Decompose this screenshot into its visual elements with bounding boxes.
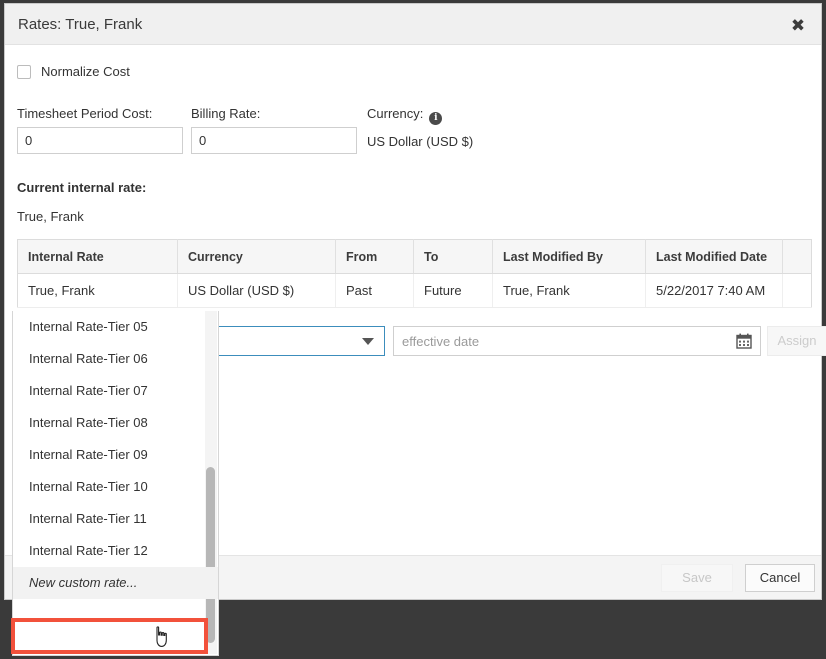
dropdown-item-tier-11[interactable]: Internal Rate-Tier 11 xyxy=(13,503,218,535)
timesheet-period-cost-label: Timesheet Period Cost: xyxy=(17,106,153,121)
dialog-title: Rates: True, Frank xyxy=(18,16,143,33)
dropdown-item-tier-07[interactable]: Internal Rate-Tier 07 xyxy=(13,375,218,407)
current-internal-rate-value: True, Frank xyxy=(17,209,84,224)
cell-internal-rate: True, Frank xyxy=(17,273,178,308)
currency-label: Currency: i xyxy=(367,106,473,125)
currency-group: Currency: i US Dollar (USD $) xyxy=(367,106,473,149)
dropdown-item-tier-08[interactable]: Internal Rate-Tier 08 xyxy=(13,407,218,439)
dropdown-item-new-custom-rate[interactable]: New custom rate... xyxy=(13,567,218,599)
cell-last-modified-by: True, Frank xyxy=(492,273,646,308)
dropdown-item-tier-09[interactable]: Internal Rate-Tier 09 xyxy=(13,439,218,471)
timesheet-period-cost-group: Timesheet Period Cost: xyxy=(17,106,183,154)
cell-actions xyxy=(782,273,812,308)
page-left-edge xyxy=(0,0,3,659)
normalize-cost-checkbox[interactable] xyxy=(17,64,31,79)
chevron-down-icon[interactable] xyxy=(362,338,374,345)
table-header-row: Internal Rate Currency From To Last Modi… xyxy=(17,239,812,274)
col-internal-rate[interactable]: Internal Rate xyxy=(17,239,178,274)
col-from[interactable]: From xyxy=(335,239,414,274)
assign-button: Assign xyxy=(767,326,826,356)
dropdown-item-tier-12[interactable]: Internal Rate-Tier 12 xyxy=(13,535,218,567)
info-icon[interactable]: i xyxy=(429,112,443,125)
col-currency[interactable]: Currency xyxy=(177,239,336,274)
currency-label-text: Currency: xyxy=(367,106,424,121)
dialog-header: Rates: True, Frank ✖ xyxy=(5,4,821,45)
currency-value: US Dollar (USD $) xyxy=(367,134,474,149)
mouse-cursor-pointer xyxy=(152,626,172,648)
billing-rate-label: Billing Rate: xyxy=(191,106,261,121)
save-button: Save xyxy=(661,564,733,592)
assign-rate-dropdown[interactable]: Internal Rate-Tier 05 Internal Rate-Tier… xyxy=(12,311,219,656)
effective-date-placeholder: effective date xyxy=(402,334,480,349)
timesheet-period-cost-input[interactable] xyxy=(17,127,183,154)
calendar-icon[interactable] xyxy=(736,333,752,349)
dropdown-item-tier-10[interactable]: Internal Rate-Tier 10 xyxy=(13,471,218,503)
effective-date-field[interactable]: effective date xyxy=(393,326,761,356)
table-row[interactable]: True, Frank US Dollar (USD $) Past Futur… xyxy=(17,273,812,308)
normalize-cost-label: Normalize Cost xyxy=(41,64,130,79)
cell-from: Past xyxy=(335,273,414,308)
current-internal-rate-label: Current internal rate: xyxy=(17,180,147,195)
cell-last-modified-date: 5/22/2017 7:40 AM xyxy=(645,273,783,308)
col-last-modified-date[interactable]: Last Modified Date xyxy=(645,239,783,274)
close-icon[interactable]: ✖ xyxy=(789,17,807,35)
col-actions xyxy=(782,239,812,274)
dropdown-item-tier-06[interactable]: Internal Rate-Tier 06 xyxy=(13,343,218,375)
billing-rate-input[interactable] xyxy=(191,127,357,154)
cell-to: Future xyxy=(413,273,493,308)
col-to[interactable]: To xyxy=(413,239,493,274)
billing-rate-group: Billing Rate: xyxy=(191,106,357,154)
cell-currency: US Dollar (USD $) xyxy=(177,273,336,308)
dropdown-item-tier-05[interactable]: Internal Rate-Tier 05 xyxy=(13,311,218,343)
cancel-button[interactable]: Cancel xyxy=(745,564,815,592)
normalize-cost-row[interactable]: Normalize Cost xyxy=(17,64,130,79)
col-last-modified-by[interactable]: Last Modified By xyxy=(492,239,646,274)
rates-table: Internal Rate Currency From To Last Modi… xyxy=(17,239,812,308)
